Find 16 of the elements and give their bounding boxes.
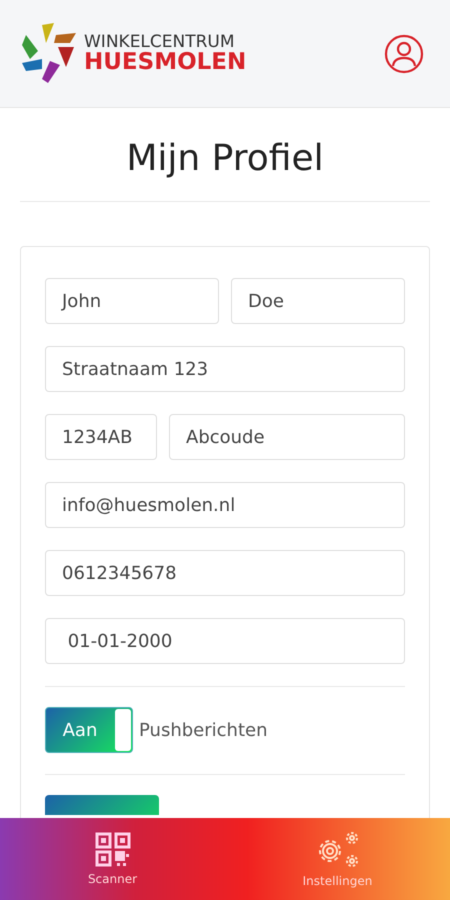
qr-code-icon: [92, 832, 132, 868]
save-button[interactable]: [45, 795, 159, 815]
page-title: Mijn Profiel: [125, 137, 325, 181]
input-field[interactable]: 01-01-2000: [45, 618, 405, 664]
input-field[interactable]: Abcoude: [169, 414, 405, 460]
logo-text: HUESMOLEN: [84, 50, 246, 74]
input-field[interactable]: Doe: [231, 278, 405, 324]
input-field[interactable]: 1234AB: [45, 414, 157, 460]
input-field[interactable]: 0612345678: [45, 550, 405, 596]
logo-text: WINKELCENTRUM: [84, 34, 236, 50]
input-field[interactable]: Straatnaam 123: [45, 346, 405, 392]
toggle-label: Pushberichten: [139, 720, 268, 740]
user-profile-icon[interactable]: [384, 34, 424, 74]
input-field[interactable]: John: [45, 278, 219, 324]
nav-tab[interactable]: Scanner: [0, 818, 225, 900]
input-field[interactable]: info@huesmolen.nl: [45, 482, 405, 528]
